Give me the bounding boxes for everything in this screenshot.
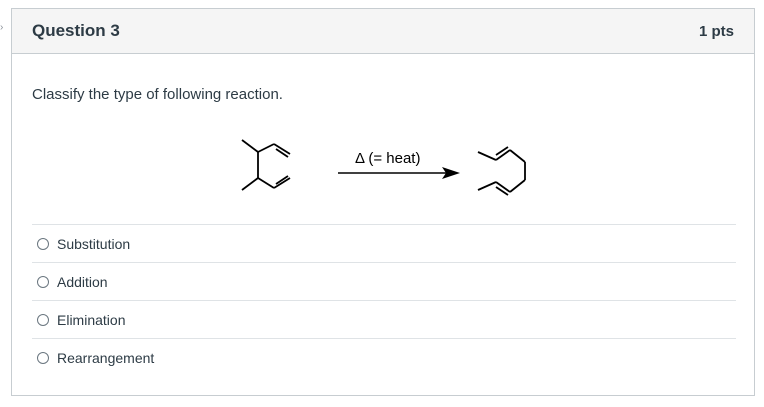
- radio-button[interactable]: [37, 351, 49, 364]
- answer-option-rearrangement[interactable]: Rearrangement: [32, 338, 736, 376]
- answer-list: Substitution Addition Elimination Rearra…: [32, 224, 736, 376]
- reactant-structure: [241, 139, 291, 191]
- question-header: Question 3 1 pts: [12, 9, 754, 54]
- question-title: Question 3: [32, 21, 120, 40]
- product-structure: [477, 146, 526, 196]
- answer-option-addition[interactable]: Addition: [32, 262, 736, 300]
- radio-button[interactable]: [37, 275, 49, 288]
- answer-option-substitution[interactable]: Substitution: [32, 224, 736, 262]
- answer-label[interactable]: Elimination: [57, 312, 125, 328]
- answer-option-elimination[interactable]: Elimination: [32, 300, 736, 338]
- reaction-condition: Δ (= heat): [355, 150, 420, 167]
- question-prompt: Classify the type of following reaction.: [32, 86, 283, 103]
- answer-label[interactable]: Rearrangement: [57, 350, 154, 366]
- reaction-diagram: Δ (= heat): [241, 139, 526, 196]
- question-points: 1 pts: [698, 22, 734, 40]
- question-card: Question 3 1 pts Classify the type of fo…: [11, 8, 755, 396]
- radio-button[interactable]: [37, 237, 49, 250]
- collapse-arrow-icon: ›: [0, 22, 4, 33]
- answer-label[interactable]: Addition: [57, 274, 108, 290]
- radio-button[interactable]: [37, 313, 49, 326]
- answer-label[interactable]: Substitution: [57, 236, 130, 252]
